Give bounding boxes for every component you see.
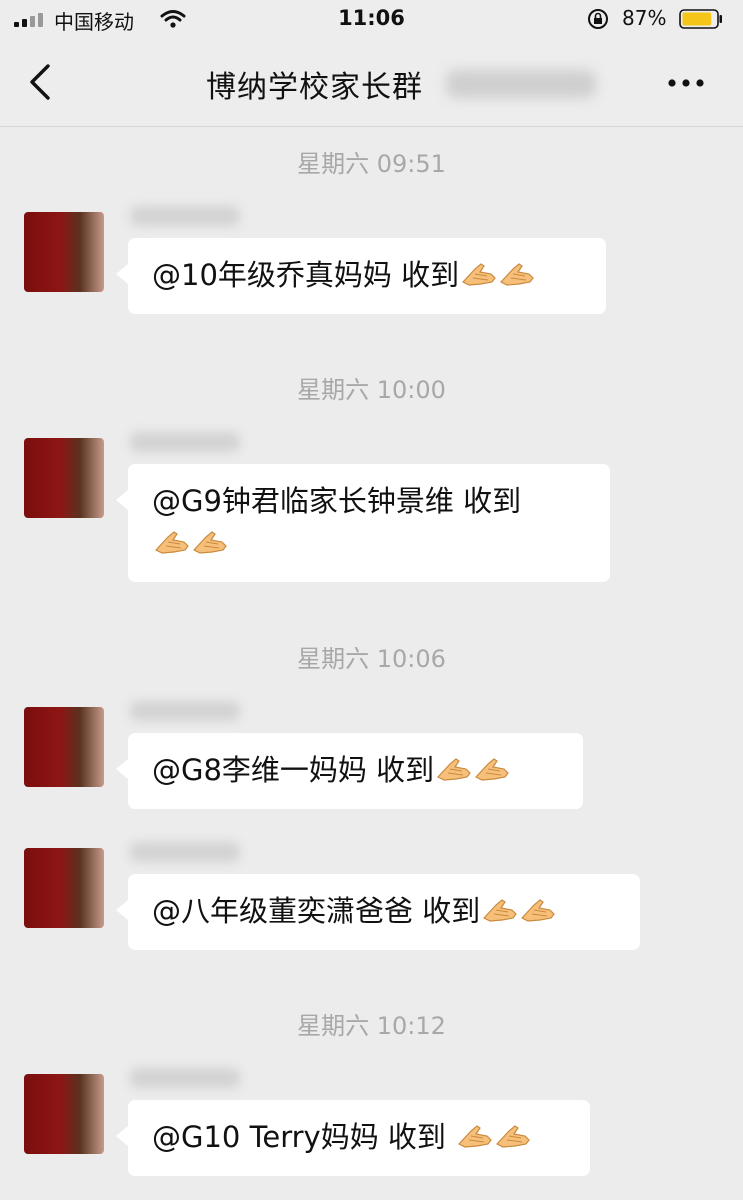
message-text: @G10 Terry妈妈 收到	[152, 1120, 456, 1154]
timestamp: 星期六 09:51	[297, 150, 446, 178]
blurred-title-suffix	[446, 70, 596, 98]
avatar[interactable]	[24, 848, 104, 928]
rotation-lock-icon	[588, 9, 608, 29]
ok-hand-icon	[474, 755, 510, 783]
avatar[interactable]	[24, 707, 104, 787]
sender-name-blurred	[130, 206, 240, 226]
avatar[interactable]	[24, 438, 104, 518]
ok-hand-icon	[154, 528, 190, 556]
navigation-bar: 博纳学校家长群	[0, 40, 743, 127]
battery-percent: 87%	[622, 6, 667, 30]
message-text: @八年级董奕潇爸爸 收到	[152, 894, 481, 928]
chat-title: 博纳学校家长群	[206, 70, 423, 105]
sender-name-blurred	[130, 842, 240, 862]
message-bubble[interactable]: @G9钟君临家长钟景维 收到	[116, 464, 610, 582]
ok-hand-icon	[461, 260, 497, 288]
ok-hand-icon	[482, 896, 518, 924]
ok-hand-icon	[499, 260, 535, 288]
ok-hand-icon	[495, 1122, 531, 1150]
battery-icon	[679, 9, 722, 29]
message-bubble[interactable]: @G8李维一妈妈 收到	[116, 733, 583, 809]
timestamp: 星期六 10:00	[297, 376, 446, 404]
timestamp: 星期六 10:06	[297, 645, 446, 673]
message-text: @G8李维一妈妈 收到	[152, 753, 435, 787]
sender-name-blurred	[130, 701, 240, 721]
avatar[interactable]	[24, 1074, 104, 1154]
ok-hand-icon	[457, 1122, 493, 1150]
timestamp: 星期六 10:12	[297, 1012, 446, 1040]
ok-hand-icon	[520, 896, 556, 924]
avatar[interactable]	[24, 212, 104, 292]
message-bubble[interactable]: @10年级乔真妈妈 收到	[116, 238, 606, 314]
chevron-left-icon[interactable]	[26, 62, 56, 102]
message-text: @10年级乔真妈妈 收到	[152, 258, 460, 292]
message-bubble[interactable]: @八年级董奕潇爸爸 收到	[116, 874, 640, 950]
sender-name-blurred	[130, 1068, 240, 1088]
ok-hand-icon	[436, 755, 472, 783]
ok-hand-icon	[192, 528, 228, 556]
message-text: @G9钟君临家长钟景维 收到	[152, 484, 522, 518]
message-bubble[interactable]: @G10 Terry妈妈 收到	[116, 1100, 590, 1176]
status-bar: 中国移动 11:06 87%	[0, 0, 743, 40]
more-icon[interactable]	[664, 68, 708, 98]
sender-name-blurred	[130, 432, 240, 452]
